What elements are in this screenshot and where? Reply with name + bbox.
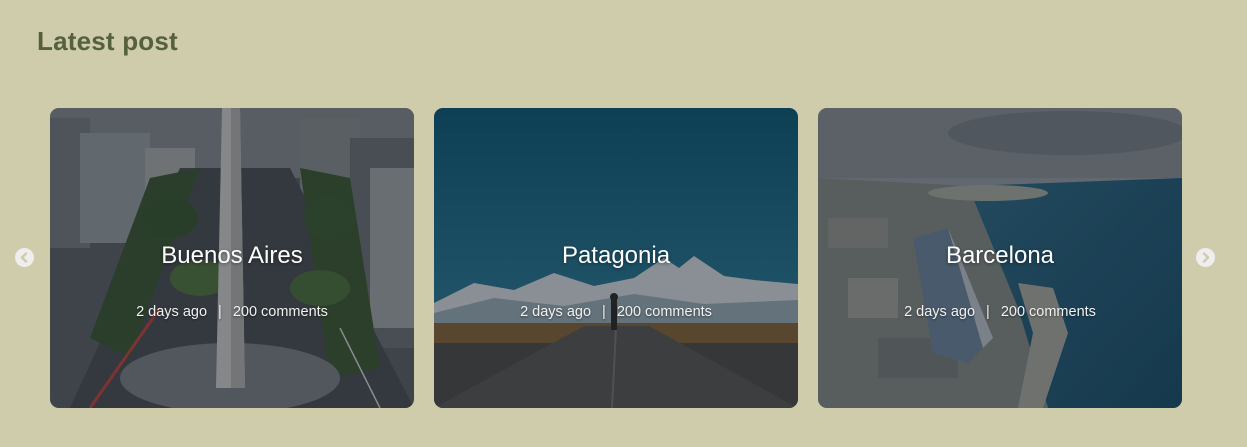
meta-separator: | [986, 304, 990, 320]
post-comments[interactable]: 200 comments [233, 304, 328, 320]
post-card-patagonia[interactable]: Patagonia 2 days ago | 200 comments [434, 108, 798, 408]
carousel-prev-button[interactable] [15, 248, 34, 267]
post-date: 2 days ago [904, 304, 976, 320]
post-meta: 2 days ago | 200 comments [50, 304, 414, 320]
post-date: 2 days ago [136, 304, 208, 320]
post-comments[interactable]: 200 comments [617, 304, 712, 320]
post-meta: 2 days ago | 200 comments [434, 304, 798, 320]
post-carousel: Buenos Aires 2 days ago | 200 comments P… [0, 108, 1247, 408]
chevron-right-icon [1202, 252, 1210, 263]
post-comments[interactable]: 200 comments [1001, 304, 1096, 320]
meta-separator: | [602, 304, 606, 320]
carousel-next-button[interactable] [1196, 248, 1215, 267]
post-meta: 2 days ago | 200 comments [818, 304, 1182, 320]
meta-separator: | [218, 304, 222, 320]
latest-post-section: Latest post Buenos Aires 2 days ago | 20… [0, 0, 1247, 447]
post-date: 2 days ago [520, 304, 592, 320]
post-title[interactable]: Patagonia [434, 242, 798, 270]
section-title: Latest post [37, 26, 178, 56]
post-card-barcelona[interactable]: Barcelona 2 days ago | 200 comments [818, 108, 1182, 408]
post-card-buenos-aires[interactable]: Buenos Aires 2 days ago | 200 comments [50, 108, 414, 408]
post-title[interactable]: Buenos Aires [50, 242, 414, 270]
post-title[interactable]: Barcelona [818, 242, 1182, 270]
chevron-left-icon [20, 252, 28, 263]
